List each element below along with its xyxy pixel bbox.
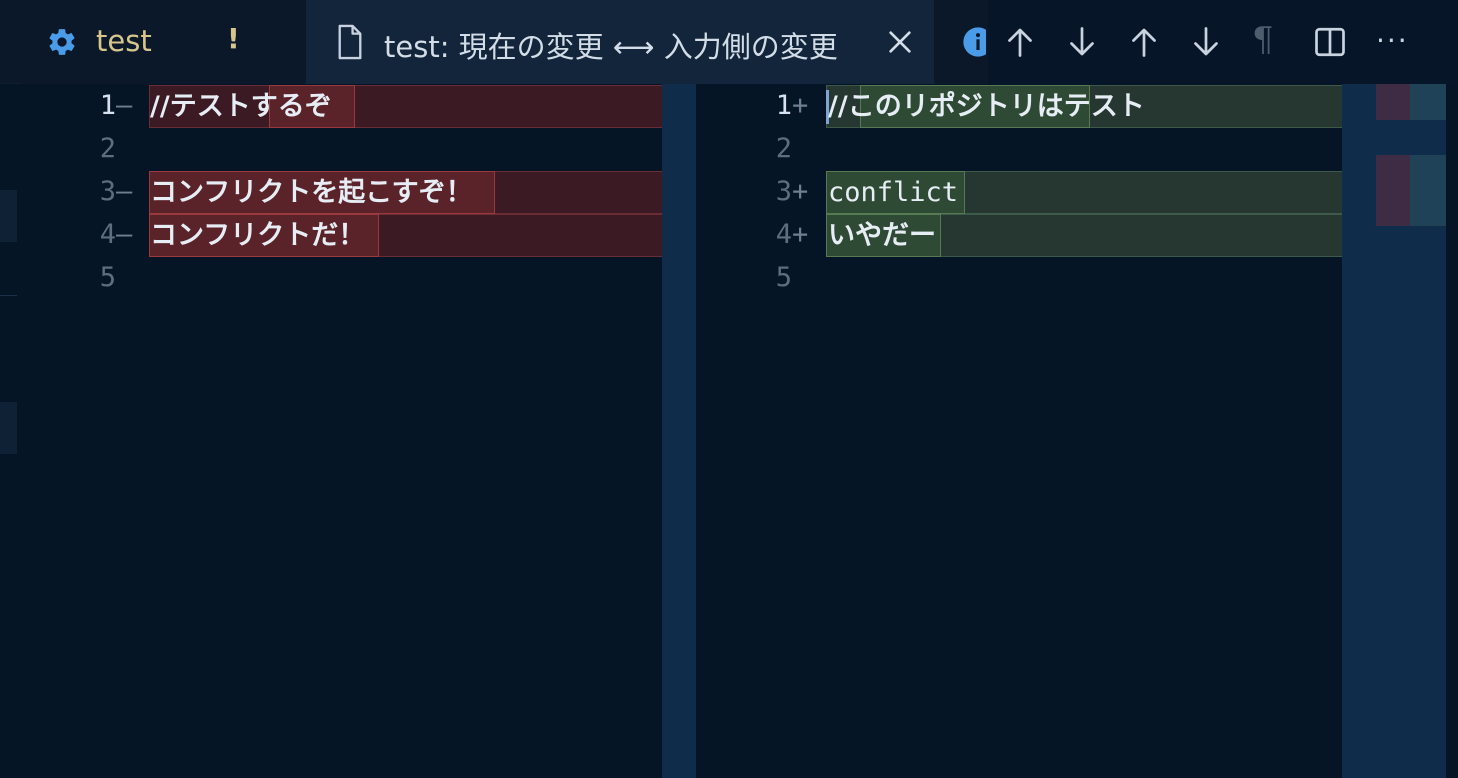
code-line[interactable]: //テストするぞ (150, 86, 332, 127)
code-line[interactable]: conflict (828, 172, 958, 213)
editor-tab-bar: test ! test: 現在の変更 ⟷ 入力側の変更 ¶ ··· (0, 0, 1458, 84)
code-line[interactable]: //このリポジトリはテスト (828, 86, 1145, 127)
info-icon (963, 27, 986, 57)
deletion-marker: — (116, 219, 133, 250)
sidebar-edge-highlight (0, 402, 17, 454)
line-number: 5 (99, 262, 116, 293)
minimap-deletion-marker (1376, 155, 1410, 226)
line-number: 4 (775, 219, 792, 250)
line-number: 2 (775, 133, 792, 164)
split-editor-icon[interactable] (1312, 24, 1348, 60)
arrow-up-icon[interactable] (1002, 24, 1038, 60)
minimap-insertion-marker (1410, 84, 1446, 120)
tab-info[interactable] (936, 0, 986, 84)
line-number: 2 (99, 133, 116, 164)
deletion-marker: — (116, 90, 133, 121)
code-line[interactable]: コンフリクトだ！ (150, 215, 365, 256)
line-number: 3 (775, 176, 792, 207)
diff-toolbar: ¶ ··· (988, 0, 1458, 84)
pilcrow-icon[interactable]: ¶ (1252, 20, 1274, 60)
close-icon[interactable] (884, 26, 916, 58)
diff-original-pane[interactable]: 1 — //テストするぞ 2 3 — コンフリクトを起こすぞ！ 4 — コンフリ… (20, 84, 696, 778)
code-line[interactable]: コンフリクトを起こすぞ！ (150, 172, 473, 213)
minimap-insertion-marker (1410, 155, 1446, 226)
tab-diff-editor[interactable]: test: 現在の変更 ⟷ 入力側の変更 (306, 0, 934, 84)
insertion-marker: + (792, 219, 809, 250)
sidebar-edge-divider (0, 295, 17, 296)
line-number: 4 (99, 219, 116, 250)
insertion-marker: + (792, 90, 809, 121)
line-number: 1 (99, 90, 116, 121)
line-number: 5 (775, 262, 792, 293)
arrow-down-icon[interactable] (1188, 24, 1224, 60)
tab-label: test: 現在の変更 ⟷ 入力側の変更 (384, 30, 838, 64)
gear-icon (49, 29, 75, 55)
modified-badge: ! (227, 22, 240, 55)
more-icon[interactable]: ··· (1376, 24, 1409, 57)
line-number: 1 (775, 90, 792, 121)
arrow-up-icon[interactable] (1126, 24, 1162, 60)
sidebar-edge-highlight (0, 190, 17, 242)
tab-test-settings[interactable]: test ! (20, 0, 304, 84)
diff-modified-pane[interactable]: 1 + //このリポジトリはテスト 2 3 + conflict 4 + いやだ… (696, 84, 1458, 778)
arrow-down-icon[interactable] (1064, 24, 1100, 60)
overview-ruler[interactable] (662, 84, 696, 778)
insertion-marker: + (792, 176, 809, 207)
line-number: 3 (99, 176, 116, 207)
tab-label: test (96, 24, 152, 58)
deletion-marker: — (116, 176, 133, 207)
code-line[interactable]: いやだー (828, 215, 936, 256)
file-icon (338, 24, 362, 60)
minimap-deletion-marker (1376, 84, 1410, 120)
